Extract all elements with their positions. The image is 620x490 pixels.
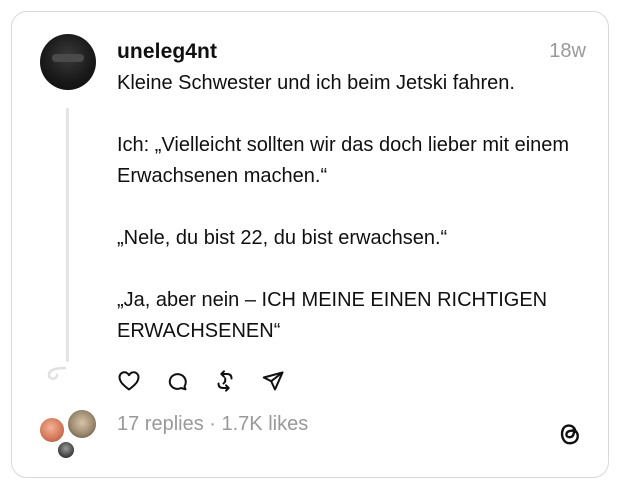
reply-avatars[interactable] [38,408,100,460]
post-paragraph: „Ja, aber nein – ICH MEINE EINEN RICHTIG… [117,289,548,342]
repost-button[interactable] [213,369,237,393]
post-timestamp[interactable]: 18w [549,40,586,63]
replier-avatar [66,408,98,440]
comment-icon [168,373,187,391]
post-paragraph: Kleine Schwester und ich beim Jetski fah… [117,72,515,94]
post-paragraph: „Nele, du bist 22, du bist erwachsen.“ [117,227,448,249]
like-button[interactable] [117,369,141,393]
post-text: Kleine Schwester und ich beim Jetski fah… [117,68,587,347]
author-avatar[interactable] [40,34,96,90]
stats-separator: · [203,413,222,435]
reply-button[interactable] [165,369,189,393]
heart-icon [118,371,140,391]
author-username[interactable]: uneleg4nt [117,40,217,64]
repost-icon [217,370,233,392]
share-button[interactable] [261,369,285,393]
thread-curl-icon [47,366,67,380]
replier-avatar [56,440,76,460]
replies-count[interactable]: 17 replies [117,413,204,435]
threads-logo-icon[interactable] [556,419,582,447]
action-bar [117,367,309,395]
post-paragraph: Ich: „Vielleicht sollten wir das doch li… [117,134,570,187]
thread-line [66,108,69,362]
post-stats: 17 replies · 1.7K likes [117,413,308,436]
share-icon [262,371,284,391]
likes-count[interactable]: 1.7K likes [222,413,309,435]
